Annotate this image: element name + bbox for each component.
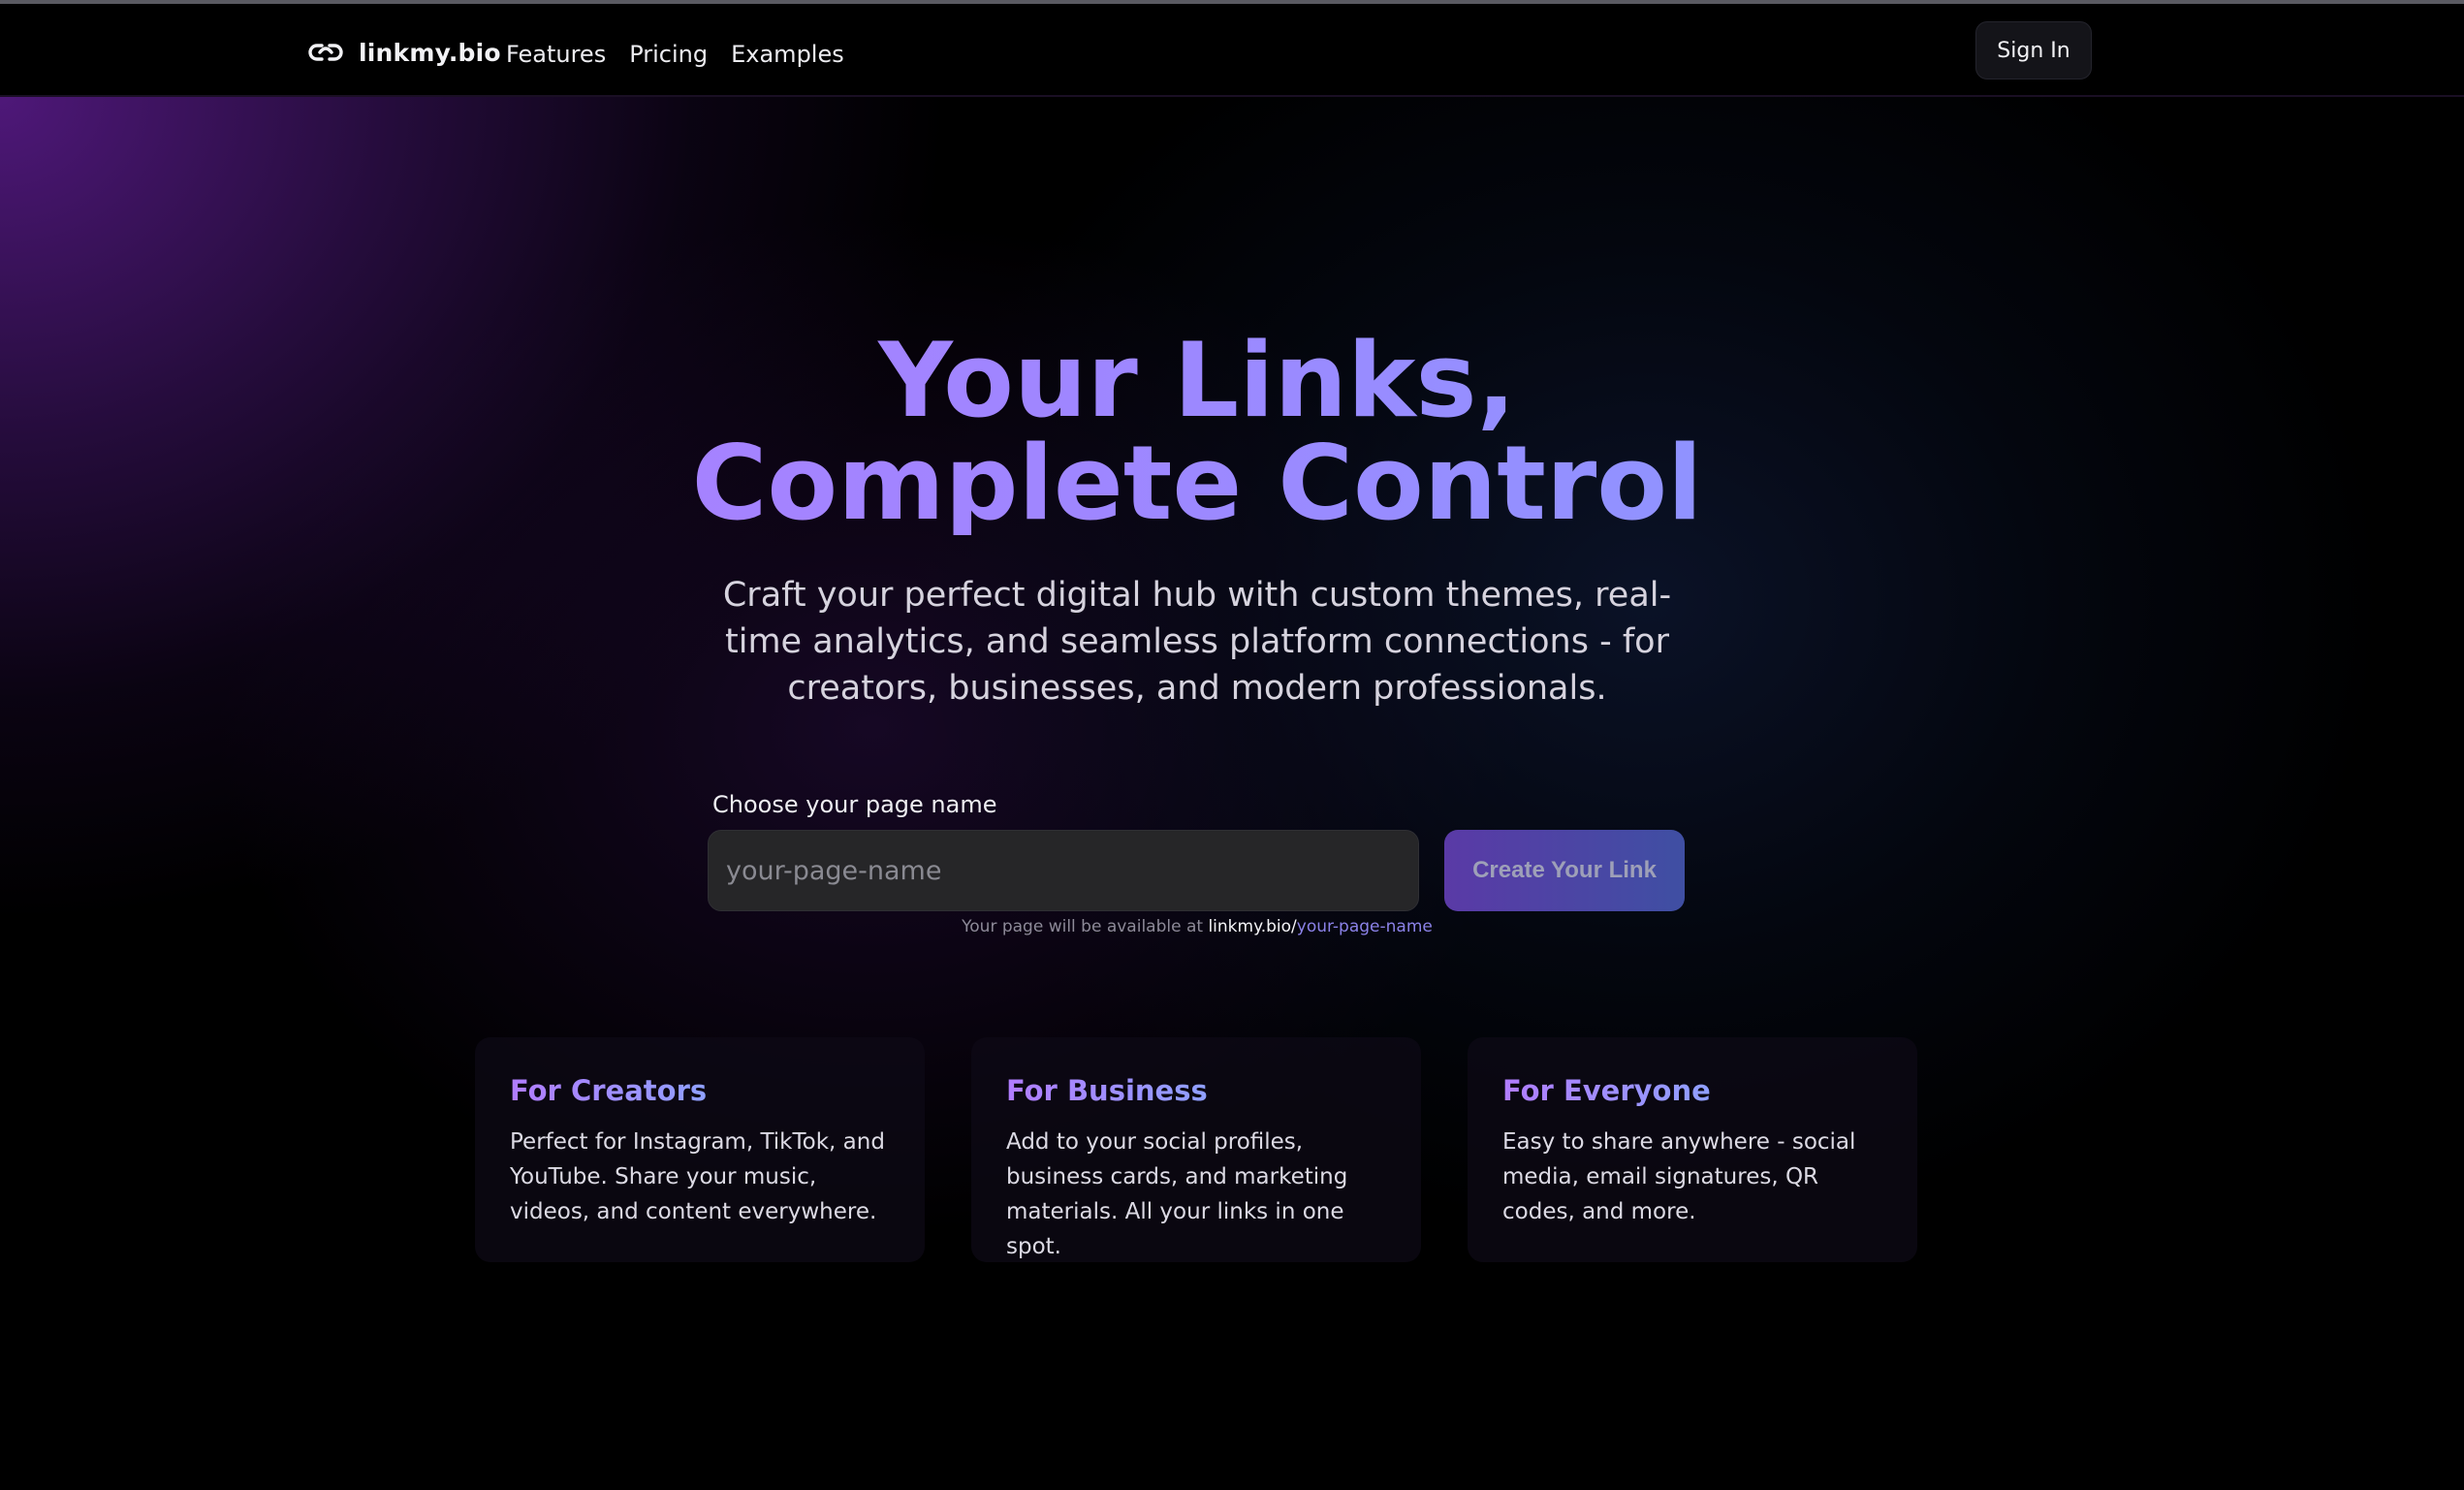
hero-headline: Your Links, Complete Control (0, 330, 2394, 535)
hint-slug: your-page-name (1296, 917, 1433, 936)
card-for-everyone: For Everyone Easy to share anywhere - so… (1468, 1037, 1917, 1262)
create-link-button[interactable]: Create Your Link (1444, 830, 1685, 911)
headline-line-2: Complete Control (691, 424, 1703, 543)
audience-cards: For Creators Perfect for Instagram, TikT… (475, 1037, 1919, 1270)
card-description: Easy to share anywhere - social media, e… (1502, 1129, 1856, 1224)
hero-subheading: Craft your perfect digital hub with cust… (722, 576, 1672, 708)
card-title: For Everyone (1502, 1074, 1711, 1107)
card-for-business: For Business Add to your social profiles… (971, 1037, 1421, 1262)
nav-link-examples[interactable]: Examples (731, 41, 844, 68)
card-for-creators: For Creators Perfect for Instagram, TikT… (475, 1037, 925, 1262)
hero-section: Your Links, Complete Control Craft your … (0, 97, 2464, 1490)
card-title: For Creators (510, 1074, 708, 1107)
page: linkmy.bio Features Pricing Examples Sig… (0, 0, 2464, 1490)
nav-link-pricing[interactable]: Pricing (629, 41, 708, 68)
page-name-input[interactable] (708, 830, 1419, 911)
page-name-label: Choose your page name (712, 791, 997, 818)
card-description: Add to your social profiles, business ca… (1006, 1129, 1348, 1259)
hint-prefix: Your page will be available at (962, 917, 1209, 936)
main-nav: Features Pricing Examples (506, 35, 844, 74)
brand-name: linkmy.bio (359, 38, 501, 67)
nav-link-features[interactable]: Features (506, 41, 606, 68)
sign-in-button[interactable]: Sign In (1975, 21, 2092, 79)
page-url-hint: Your page will be available at linkmy.bi… (0, 917, 2394, 936)
hint-domain: linkmy.bio/ (1208, 917, 1297, 936)
card-description: Perfect for Instagram, TikTok, and YouTu… (510, 1129, 885, 1224)
brand-logo[interactable]: linkmy.bio (306, 33, 501, 72)
link-icon (306, 41, 345, 64)
card-title: For Business (1006, 1074, 1208, 1107)
headline-line-1: Your Links, (878, 321, 1516, 440)
navbar: linkmy.bio Features Pricing Examples Sig… (0, 4, 2464, 97)
